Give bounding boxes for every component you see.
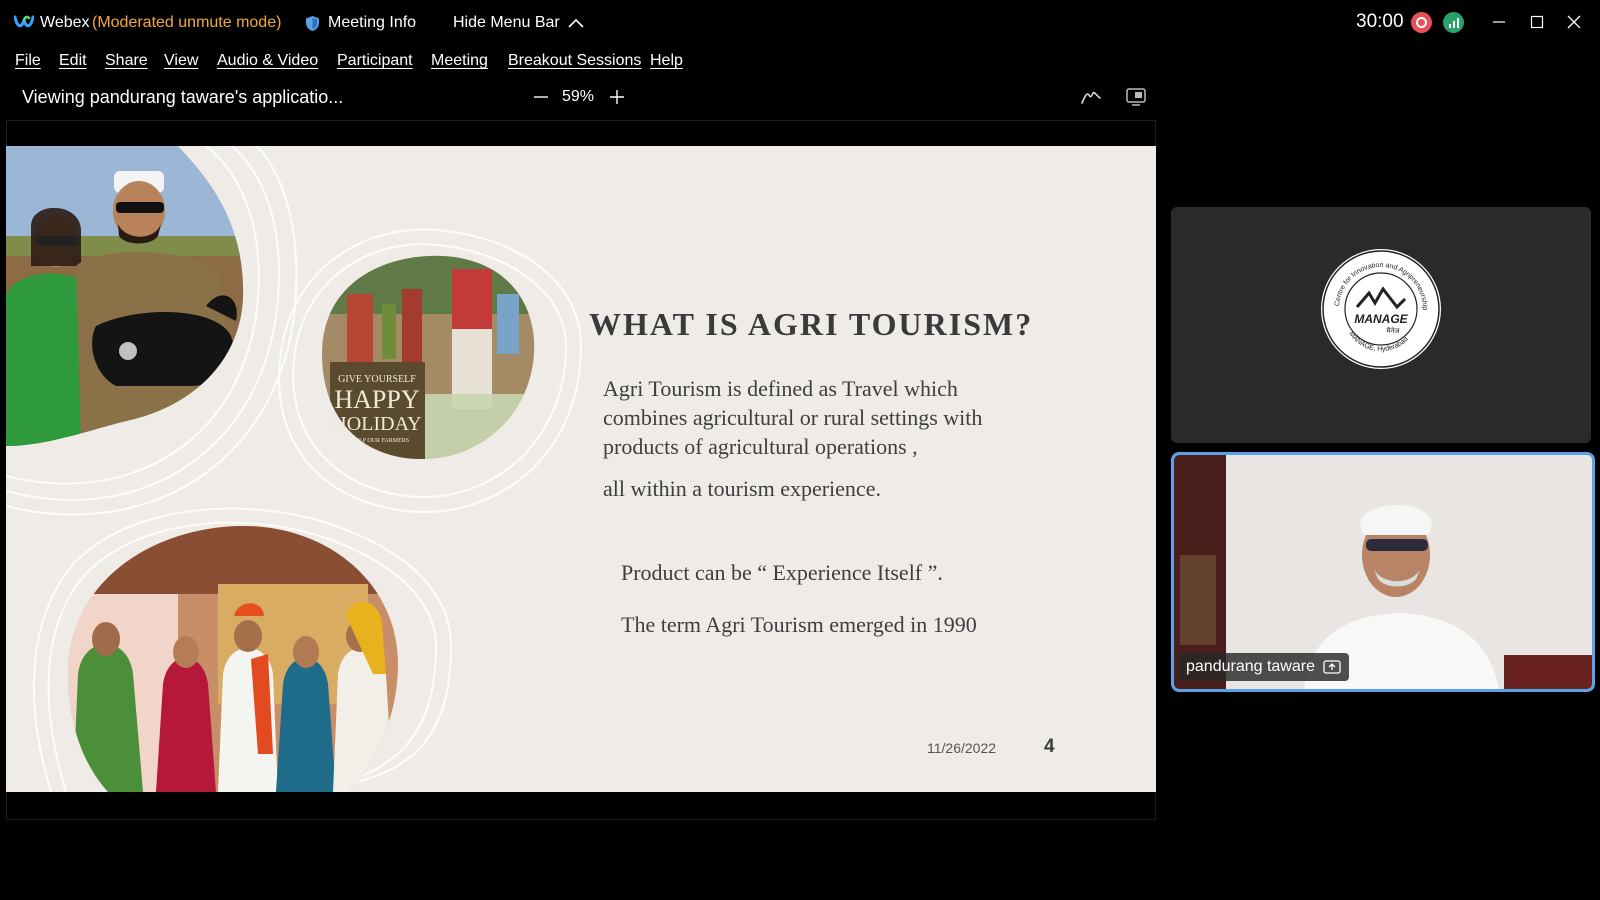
slide-product-text: Product can be “ Experience Itself ”. [621, 560, 943, 585]
slide-body-line2: all within a tourism experience. [603, 476, 881, 501]
network-stats-icon[interactable] [1443, 12, 1464, 33]
app-name: Webex [40, 14, 90, 31]
menu-bar: File Edit Share View Audio & Video Parti… [0, 46, 1600, 76]
menu-edit[interactable]: Edit [59, 52, 87, 70]
zoom-in-icon[interactable] [608, 86, 626, 108]
menu-breakout-sessions[interactable]: Breakout Sessions [508, 52, 641, 70]
view-options-icon[interactable] [1124, 86, 1148, 108]
slide-page-number: 4 [1044, 736, 1055, 757]
meeting-timer: 30:00 [1356, 11, 1404, 32]
presentation-slide: GIVE YOURSELF HAPPY HOLIDAY & HELP OUR F… [6, 146, 1156, 792]
meeting-info-label: Meeting Info [328, 14, 417, 31]
menu-participant[interactable]: Participant [337, 52, 413, 70]
maximize-icon[interactable] [1524, 10, 1550, 34]
menu-help[interactable]: Help [650, 52, 683, 70]
slide-date: 11/26/2022 [927, 740, 997, 756]
slide-body-text: Agri Tourism is defined as Travel which … [603, 376, 983, 459]
shield-icon [306, 15, 319, 31]
zoom-out-icon[interactable] [532, 86, 550, 108]
menu-audio-video[interactable]: Audio & Video [217, 52, 318, 70]
minimize-icon[interactable] [1486, 10, 1512, 34]
photo-caption-line1: GIVE YOURSELF [338, 374, 416, 385]
slide-term-text: The term Agri Tourism emerged in 1990 [621, 612, 977, 637]
annotate-icon[interactable] [1080, 86, 1102, 108]
slide-title: WHAT IS AGRI TOURISM? [589, 306, 1034, 342]
hide-menu-bar-label: Hide Menu Bar [453, 14, 560, 31]
logo-hindi-text: मैनेज [1386, 326, 1400, 335]
meeting-info-button[interactable]: Meeting Info [305, 12, 416, 34]
webex-logo-icon [14, 15, 34, 28]
zoom-level: 59% [562, 88, 595, 105]
participant-tile-video[interactable]: pandurang taware [1171, 452, 1595, 692]
share-screen-icon [1323, 660, 1341, 674]
logo-center-text: MANAGE [1354, 312, 1408, 326]
photo-caption-line4: & HELP OUR FARMERS [345, 438, 409, 444]
record-icon[interactable] [1411, 12, 1432, 33]
photo-caption-line2: HAPPY [334, 385, 419, 414]
title-bar: Webex (Moderated unmute mode) Meeting In… [0, 0, 1600, 46]
close-icon[interactable] [1561, 10, 1587, 34]
viewing-status: Viewing pandurang taware's applicatio... [22, 87, 344, 107]
manage-cia-logo: Centre for Innovation and Agripreneurshi… [1319, 247, 1441, 369]
menu-meeting[interactable]: Meeting [431, 52, 488, 70]
photo-traditional-group [68, 525, 398, 792]
unmute-mode-label: (Moderated unmute mode) [92, 14, 282, 31]
photo-caption-line3: HOLIDAY [332, 413, 421, 435]
chevron-up-icon [568, 18, 584, 28]
hide-menu-bar-button[interactable]: Hide Menu Bar [453, 12, 584, 34]
photo-couple-with-goat [6, 146, 244, 446]
menu-file[interactable]: File [15, 52, 41, 70]
participant-name-tag: pandurang taware [1178, 653, 1349, 681]
menu-share[interactable]: Share [105, 52, 148, 70]
participant-name: pandurang taware [1186, 658, 1315, 675]
menu-view[interactable]: View [164, 52, 198, 70]
participant-tile-logo[interactable]: Centre for Innovation and Agripreneurshi… [1171, 207, 1591, 443]
photo-happy-holiday: GIVE YOURSELF HAPPY HOLIDAY & HELP OUR F… [322, 255, 535, 459]
